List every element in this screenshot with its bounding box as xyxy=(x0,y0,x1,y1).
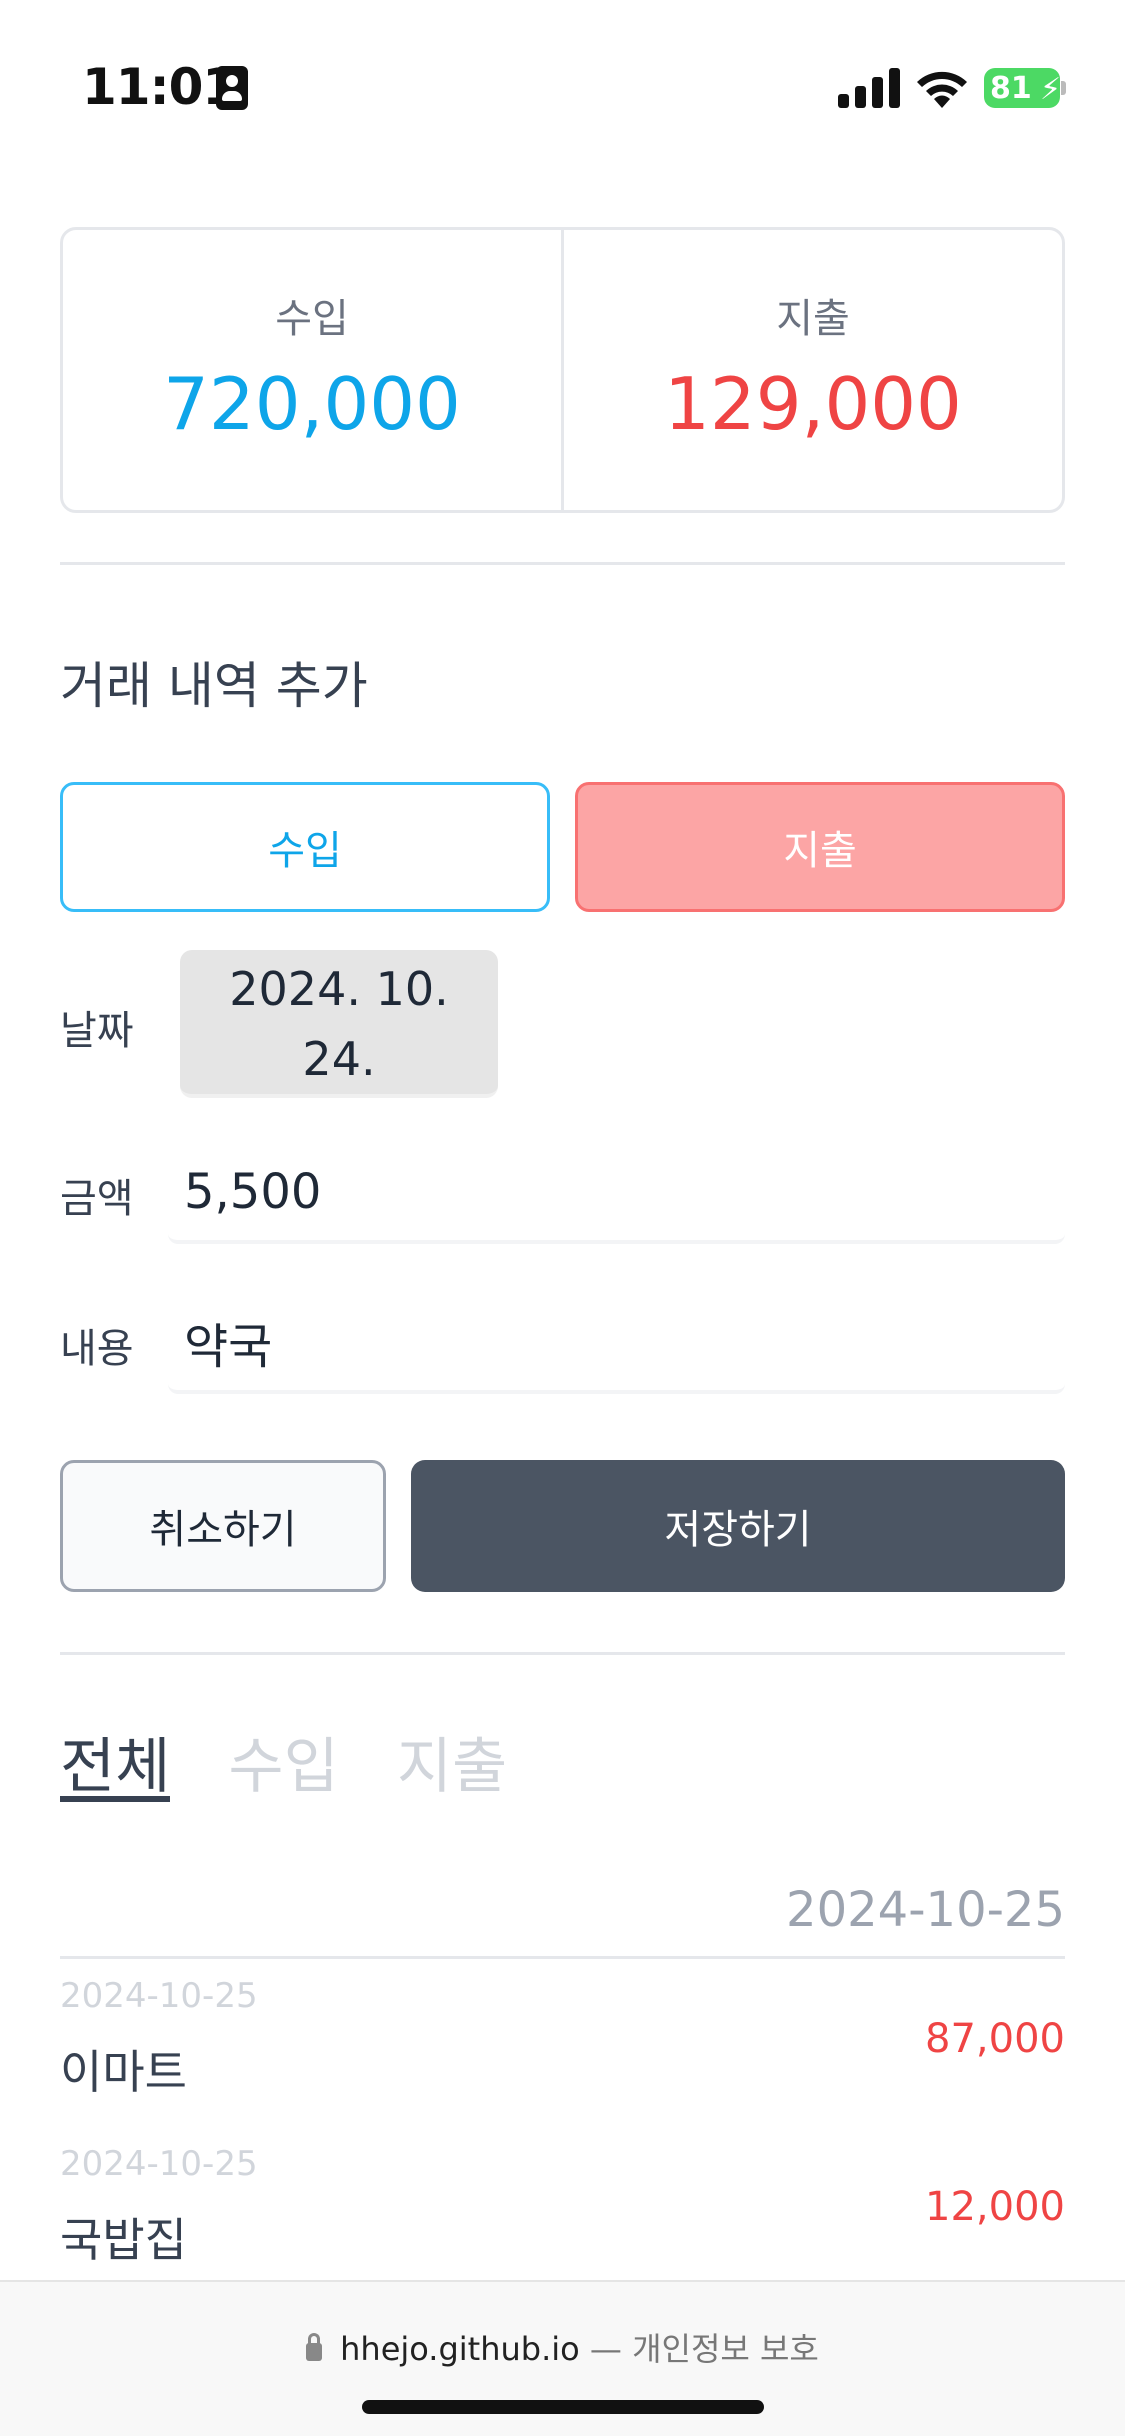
expense-summary-value: 129,000 xyxy=(664,362,962,446)
tab-income[interactable]: 수입 xyxy=(228,1718,338,1802)
charging-bolt-icon: ⚡ xyxy=(1040,72,1062,107)
date-value-line1: 2024. 10. xyxy=(229,962,449,1016)
income-summary-label: 수입 xyxy=(275,296,349,342)
form-title: 거래 내역 추가 xyxy=(60,657,368,715)
item-date: 2024-10-25 xyxy=(60,2144,258,2184)
url-domain: hhejo.github.io xyxy=(340,2330,580,2368)
tab-expense[interactable]: 지출 xyxy=(397,1718,507,1802)
home-indicator[interactable] xyxy=(362,2400,764,2414)
list-item[interactable]: 2024-10-25 이마트 87,000 xyxy=(60,1976,1065,2136)
item-amount: 12,000 xyxy=(925,2184,1065,2230)
item-date: 2024-10-25 xyxy=(60,1976,258,2016)
income-summary: 수입 720,000 xyxy=(63,230,561,510)
divider xyxy=(60,562,1065,565)
summary-card: 수입 720,000 지출 129,000 xyxy=(60,227,1065,513)
group-divider xyxy=(60,1956,1065,1959)
battery-icon: 81 ⚡ xyxy=(984,68,1066,108)
save-button[interactable]: 저장하기 xyxy=(411,1460,1065,1592)
lock-icon xyxy=(306,2333,323,2361)
date-picker[interactable]: 2024. 10. 24. xyxy=(180,950,498,1098)
group-date-header: 2024-10-25 xyxy=(786,1882,1065,1938)
expense-summary: 지출 129,000 xyxy=(561,230,1062,510)
browser-address-bar[interactable]: hhejo.github.io — 개인정보 보호 xyxy=(0,2280,1125,2436)
divider xyxy=(60,1652,1065,1655)
cancel-button[interactable]: 취소하기 xyxy=(60,1460,386,1592)
item-name: 이마트 xyxy=(60,2045,187,2099)
status-time: 11:01 xyxy=(82,58,237,116)
amount-label: 금액 xyxy=(60,1176,134,1222)
amount-input[interactable] xyxy=(168,1144,1065,1244)
tab-all[interactable]: 전체 xyxy=(60,1718,171,1802)
memo-label: 내용 xyxy=(60,1326,134,1372)
date-label: 날짜 xyxy=(60,1008,134,1054)
battery-level: 81 xyxy=(990,71,1032,106)
income-summary-value: 720,000 xyxy=(163,362,461,446)
expense-summary-label: 지출 xyxy=(776,296,850,342)
item-amount: 87,000 xyxy=(925,2016,1065,2062)
type-expense-button[interactable]: 지출 xyxy=(575,782,1065,912)
type-income-button[interactable]: 수입 xyxy=(60,782,550,912)
memo-input[interactable] xyxy=(168,1294,1065,1394)
url-display[interactable]: hhejo.github.io — 개인정보 보호 xyxy=(0,2324,1125,2370)
status-bar: 11:01 81 ⚡ xyxy=(0,0,1125,150)
id-card-icon xyxy=(216,66,248,110)
wifi-icon xyxy=(917,71,967,108)
date-value-line2: 24. xyxy=(302,1032,376,1086)
item-name: 국밥집 xyxy=(60,2213,187,2267)
filter-tabs: 전체 수입 지출 xyxy=(60,1718,565,1808)
cellular-signal-icon xyxy=(838,66,900,108)
privacy-note: — 개인정보 보호 xyxy=(589,2330,819,2368)
